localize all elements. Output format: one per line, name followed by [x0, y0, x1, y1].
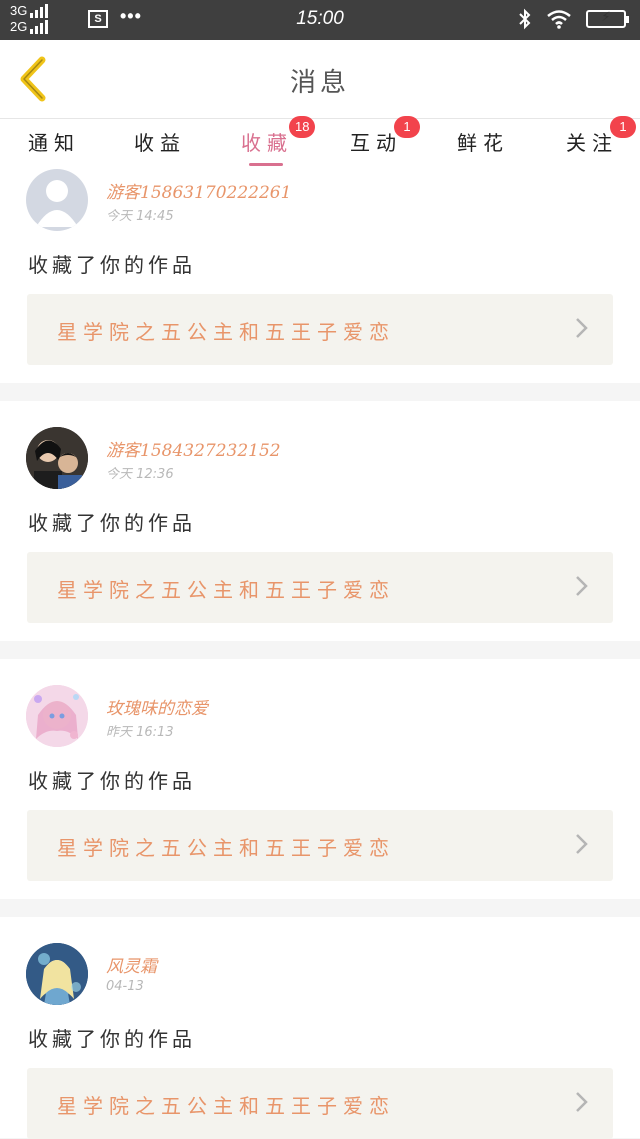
chevron-right-icon	[576, 318, 588, 338]
avatar[interactable]	[26, 169, 88, 231]
timestamp: 今天 12:36	[106, 467, 174, 482]
message-card: 游客15863170222261 今天 14:45 收藏了你的作品 星学院之五公…	[0, 169, 640, 383]
status-bar: 3G 2G S ••• 15:00 ⚡	[0, 0, 640, 40]
avatar[interactable]	[26, 427, 88, 489]
work-title: 星学院之五公主和五王子爱恋	[57, 578, 395, 602]
tab-following[interactable]: 关注 1	[566, 116, 636, 156]
tab-earnings[interactable]: 收益	[134, 127, 186, 156]
header: 消息	[0, 40, 640, 119]
message-card: 游客1584327232152 今天 12:36 收藏了你的作品 星学院之五公主…	[0, 401, 640, 641]
tab-label: 关注	[566, 131, 618, 155]
action-text: 收藏了你的作品	[28, 1027, 196, 1051]
action-text: 收藏了你的作品	[28, 253, 196, 277]
username[interactable]: 游客15863170222261	[106, 178, 291, 203]
work-title: 星学院之五公主和五王子爱恋	[57, 1094, 395, 1118]
bluetooth-icon	[519, 8, 531, 30]
action-text: 收藏了你的作品	[28, 511, 196, 535]
interactions-badge: 1	[394, 116, 420, 138]
action-text: 收藏了你的作品	[28, 769, 196, 793]
username[interactable]: 玫瑰味的恋爱	[106, 694, 208, 719]
tab-label: 互动	[350, 131, 402, 155]
username[interactable]: 游客1584327232152	[106, 436, 281, 461]
battery-icon: ⚡	[586, 10, 629, 28]
work-link[interactable]: 星学院之五公主和五王子爱恋	[27, 810, 613, 881]
tab-label: 收益	[134, 131, 186, 155]
tab-favorites[interactable]: 收藏 18	[241, 116, 316, 156]
tab-interactions[interactable]: 互动 1	[350, 116, 420, 156]
chevron-right-icon	[576, 1092, 588, 1112]
tab-label: 收藏	[241, 131, 293, 155]
favorites-badge: 18	[289, 116, 316, 138]
following-badge: 1	[610, 116, 636, 138]
avatar[interactable]	[26, 943, 88, 1005]
page-title: 消息	[289, 68, 350, 98]
chevron-right-icon	[576, 834, 588, 854]
tab-label: 鲜花	[457, 131, 509, 155]
timestamp: 04-13	[106, 979, 144, 994]
active-tab-indicator	[249, 163, 283, 166]
chevron-right-icon	[576, 576, 588, 596]
tab-bar: 通知 收益 收藏 18 互动 1 鲜花 关注 1	[0, 116, 640, 169]
work-link[interactable]: 星学院之五公主和五王子爱恋	[27, 294, 613, 365]
work-link[interactable]: 星学院之五公主和五王子爱恋	[27, 1068, 613, 1139]
work-title: 星学院之五公主和五王子爱恋	[57, 320, 395, 344]
tab-flowers[interactable]: 鲜花	[457, 127, 509, 156]
timestamp: 今天 14:45	[106, 209, 174, 224]
message-card: 玫瑰味的恋爱 昨天 16:13 收藏了你的作品 星学院之五公主和五王子爱恋	[0, 659, 640, 899]
tab-notifications[interactable]: 通知	[28, 127, 80, 156]
tab-label: 通知	[28, 131, 80, 155]
username[interactable]: 风灵霜	[106, 952, 157, 977]
wifi-icon	[547, 10, 571, 29]
avatar[interactable]	[26, 685, 88, 747]
timestamp: 昨天 16:13	[106, 725, 174, 740]
message-card: 风灵霜 04-13 收藏了你的作品 星学院之五公主和五王子爱恋	[0, 917, 640, 1139]
work-title: 星学院之五公主和五王子爱恋	[57, 836, 395, 860]
work-link[interactable]: 星学院之五公主和五王子爱恋	[27, 552, 613, 623]
